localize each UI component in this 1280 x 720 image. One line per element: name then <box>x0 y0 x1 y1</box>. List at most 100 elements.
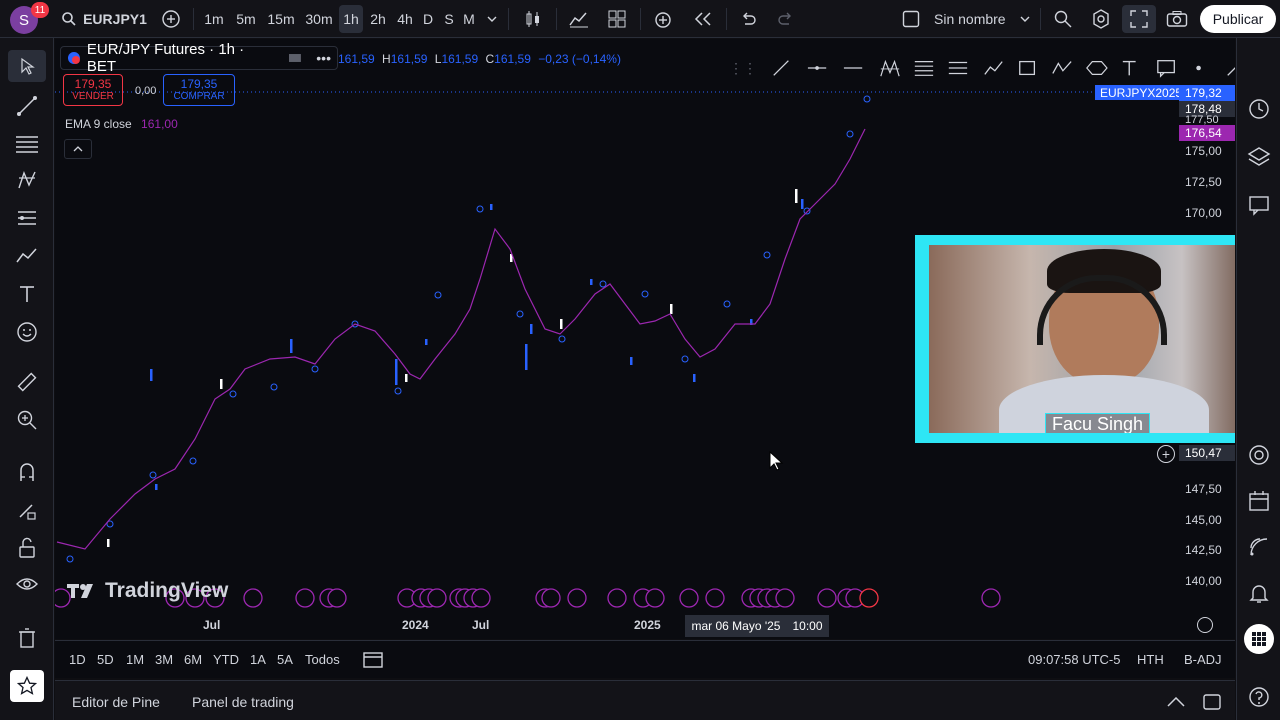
more-icon[interactable]: ••• <box>316 50 331 66</box>
horizontal-ray-icon[interactable] <box>807 57 827 79</box>
undo-button[interactable] <box>734 5 762 33</box>
event-bubble[interactable] <box>243 588 263 608</box>
adjustment-toggle[interactable]: B-ADJ <box>1184 652 1222 667</box>
event-bubble[interactable] <box>645 588 665 608</box>
range-5d[interactable]: 5D <box>97 652 114 667</box>
range-5a[interactable]: 5A <box>277 652 293 667</box>
range-ytd[interactable]: YTD <box>213 652 239 667</box>
pitchfork-icon[interactable] <box>879 57 901 79</box>
eye-off-icon[interactable] <box>288 52 302 64</box>
snapshot-button[interactable] <box>1162 5 1192 33</box>
line-tool-icon[interactable] <box>771 57 791 79</box>
compare-symbol-button[interactable] <box>158 5 184 33</box>
pen-icon[interactable] <box>1225 57 1235 79</box>
templates-button[interactable] <box>602 5 632 33</box>
timeframe-15m[interactable]: 15m <box>263 5 299 33</box>
hotlists-button[interactable] <box>1241 438 1277 472</box>
fib-lines-icon[interactable] <box>913 57 935 79</box>
maximize-panel-icon[interactable] <box>1203 694 1221 710</box>
horizontal-line-icon[interactable] <box>843 57 863 79</box>
timeframe-M[interactable]: M <box>460 5 478 33</box>
event-bubble[interactable] <box>705 588 725 608</box>
range-1d[interactable]: 1D <box>69 652 86 667</box>
brush-line-icon[interactable] <box>983 57 1005 79</box>
timeframe-4h[interactable]: 4h <box>393 5 417 33</box>
text-tool[interactable] <box>8 278 46 310</box>
event-bubble[interactable] <box>471 588 491 608</box>
magnet-tool[interactable] <box>8 456 46 488</box>
favorites-tool[interactable] <box>10 670 44 702</box>
symbol-legend[interactable]: EUR/JPY Futures · 1h · BET ••• <box>60 41 338 75</box>
icon-tool[interactable] <box>8 316 46 348</box>
event-bubble[interactable] <box>679 588 699 608</box>
brush-tool[interactable] <box>8 240 46 272</box>
text-tool-icon[interactable] <box>1121 57 1137 79</box>
event-bubble[interactable] <box>859 588 879 608</box>
help-button[interactable] <box>1241 680 1277 714</box>
replay-button[interactable] <box>688 5 718 33</box>
range-3m[interactable]: 3M <box>155 652 173 667</box>
event-bubble[interactable] <box>607 588 627 608</box>
event-bubble[interactable] <box>817 588 837 608</box>
collapse-legend-button[interactable] <box>64 139 92 159</box>
event-bubble[interactable] <box>541 588 561 608</box>
chat-button[interactable] <box>1241 188 1277 222</box>
event-bubble[interactable] <box>427 588 447 608</box>
timeframe-S[interactable]: S <box>441 5 457 33</box>
timeframe-1h[interactable]: 1h <box>339 5 363 33</box>
axis-settings-icon[interactable] <box>1197 617 1213 633</box>
range-1m[interactable]: 1M <box>126 652 144 667</box>
fib-tool[interactable] <box>8 128 46 160</box>
streams-button[interactable] <box>1241 530 1277 564</box>
visibility-tool[interactable] <box>8 568 46 600</box>
symbol-search-button[interactable]: EURJPY1 <box>60 5 148 33</box>
clock-display[interactable]: 09:07:58 UTC-5 <box>1028 652 1121 667</box>
zoom-tool[interactable] <box>8 404 46 436</box>
chevron-up-icon[interactable] <box>1167 697 1185 707</box>
channel-icon[interactable] <box>947 57 969 79</box>
alert-button[interactable] <box>648 5 678 33</box>
watchlist-button[interactable] <box>1241 92 1277 126</box>
sell-button[interactable]: 179,35 VENDER <box>63 74 123 106</box>
range-todos[interactable]: Todos <box>305 652 340 667</box>
timeframe-5m[interactable]: 5m <box>232 5 260 33</box>
event-bubble[interactable] <box>981 588 1001 608</box>
event-bubble[interactable] <box>567 588 587 608</box>
range-6m[interactable]: 6M <box>184 652 202 667</box>
event-bubble[interactable] <box>327 588 347 608</box>
cursor-tool[interactable] <box>8 50 46 82</box>
add-alert-cursor-icon[interactable]: + <box>1157 445 1175 463</box>
quick-search-button[interactable] <box>1048 5 1078 33</box>
forecast-tool[interactable] <box>8 202 46 234</box>
ruler-tool[interactable] <box>8 366 46 398</box>
date-range-button[interactable] <box>363 650 383 668</box>
drawing-mode-tool[interactable] <box>8 494 46 526</box>
timeframe-D[interactable]: D <box>420 5 436 33</box>
timeframe-dropdown[interactable] <box>482 5 502 33</box>
dot-icon[interactable] <box>1194 57 1203 79</box>
chart-pane[interactable]: EUR/JPY Futures · 1h · BET ••• 161,59 H1… <box>55 39 1235 639</box>
callout-icon[interactable] <box>1156 57 1176 79</box>
calendar-button[interactable] <box>1241 484 1277 518</box>
redo-button[interactable] <box>772 5 800 33</box>
event-bubble[interactable] <box>775 588 795 608</box>
timeframe-2h[interactable]: 2h <box>366 5 390 33</box>
event-bubble[interactable] <box>295 588 315 608</box>
curve-icon[interactable] <box>1085 57 1109 79</box>
fullscreen-button[interactable] <box>1122 5 1156 33</box>
session-toggle[interactable]: HTH <box>1137 652 1164 667</box>
pattern-tool[interactable] <box>8 164 46 196</box>
pine-editor-tab[interactable]: Editor de Pine <box>72 694 160 710</box>
trendline-tool[interactable] <box>8 90 46 122</box>
floating-draw-toolbar[interactable]: ⋮⋮ <box>725 49 1235 87</box>
trading-panel-tab[interactable]: Panel de trading <box>192 694 294 710</box>
layers-button[interactable] <box>1241 140 1277 174</box>
notifications-button[interactable] <box>1241 576 1277 610</box>
timeframe-30m[interactable]: 30m <box>301 5 337 33</box>
products-button[interactable] <box>1241 622 1277 656</box>
remove-drawings-tool[interactable] <box>8 622 46 654</box>
indicator-legend[interactable]: EMA 9 close 161,00 <box>65 117 178 131</box>
path-icon[interactable] <box>1051 57 1073 79</box>
range-1a[interactable]: 1A <box>250 652 266 667</box>
drag-handle-icon[interactable]: ⋮⋮ <box>729 60 757 77</box>
